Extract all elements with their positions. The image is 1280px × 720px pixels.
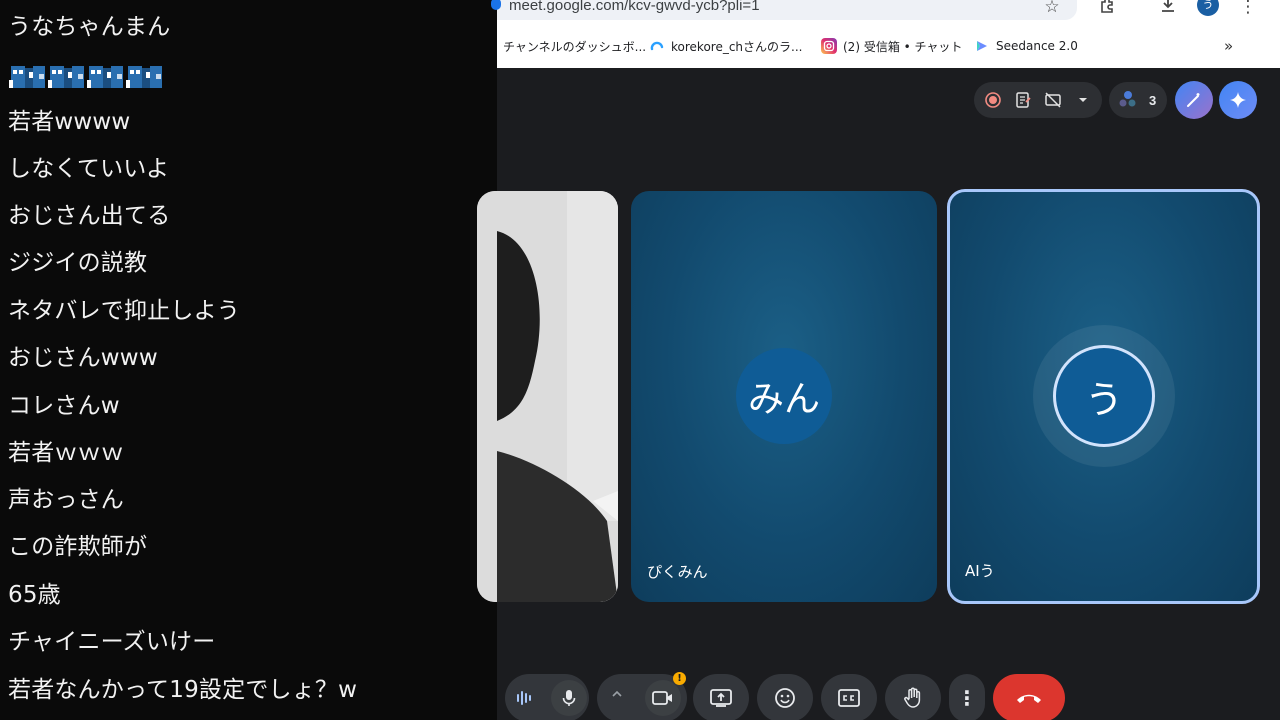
bookmark-label: Seedance 2.0 — [996, 39, 1078, 53]
chat-message: おじさん出てる — [8, 203, 171, 229]
effects-button[interactable] — [1175, 81, 1213, 119]
chat-message: 若者wwww — [8, 109, 131, 135]
mic-group — [505, 674, 589, 720]
meet-stage: 3 みん ぴくみん う AIう ! ⋮ — [477, 68, 1280, 720]
audio-level-icon[interactable] — [515, 688, 533, 713]
profile-avatar[interactable]: う — [1197, 0, 1219, 16]
reactions-button[interactable] — [757, 674, 813, 720]
chat-message: 若者なんかって19設定でしょ？w — [8, 677, 358, 703]
bookmark-label: korekore_chさんのラ... — [671, 39, 803, 54]
site-info-icon[interactable] — [491, 0, 501, 10]
gemini-button[interactable] — [1219, 81, 1257, 119]
blue-creature-emote-icon — [48, 62, 86, 92]
blue-creature-emote-icon — [126, 62, 164, 92]
chat-message: チャイニーズいけー — [8, 629, 216, 655]
participant-name: AIう — [965, 562, 995, 580]
present-button[interactable] — [693, 674, 749, 720]
blue-creature-emote-icon — [87, 62, 125, 92]
instagram-icon — [821, 38, 837, 54]
more-vert-icon[interactable]: ⋮ — [1237, 0, 1259, 18]
more-bookmarks-icon[interactable]: » — [1224, 32, 1233, 60]
participants-icon — [1117, 89, 1139, 111]
participant-name: ぴくみん — [647, 563, 708, 581]
address-bar[interactable]: meet.google.com/kcv-gwvd-ycb?pli=1 — [491, 0, 1077, 20]
bookmark-label: (2) 受信箱 • チャット — [843, 39, 963, 54]
bookmarks-bar: チャンネルのダッシュボ... korekore_chさんのラ... (2) 受信… — [497, 32, 1280, 60]
blue-creature-emote-icon — [9, 62, 47, 92]
raise-hand-button[interactable] — [885, 674, 941, 720]
notes-icon[interactable] — [1012, 89, 1034, 111]
participant-count: 3 — [1149, 92, 1157, 108]
participant-avatar: う — [1053, 345, 1155, 447]
present-screen-icon — [710, 689, 732, 707]
browser-chrome: meet.google.com/kcv-gwvd-ycb?pli=1 ☆ う ⋮… — [491, 0, 1280, 68]
live-chat-overlay: うなちゃんまん 若者wwww しなくていいよ おじさん出てる ジジイの説教 ネタ… — [0, 0, 497, 720]
warning-badge-icon: ! — [673, 672, 686, 685]
extensions-icon[interactable] — [1097, 0, 1119, 18]
chat-message: うなちゃんまん — [8, 14, 171, 40]
chat-message: 若者ｗｗｗ — [8, 440, 124, 466]
microphone-icon — [562, 690, 576, 706]
download-icon[interactable] — [1157, 0, 1179, 18]
more-options-button[interactable]: ⋮ — [949, 674, 985, 720]
camera-button[interactable] — [645, 680, 681, 716]
video-tile-camera[interactable] — [477, 191, 618, 602]
captions-off-icon[interactable] — [1042, 89, 1064, 111]
chat-message: おじさんwww — [8, 345, 158, 371]
screen: うなちゃんまん 若者wwww しなくていいよ おじさん出てる ジジイの説教 ネタ… — [0, 0, 1280, 720]
host-controls-pill — [974, 82, 1102, 118]
camera-group: ! — [597, 672, 687, 720]
gemini-sparkle-icon — [1230, 92, 1246, 108]
hand-icon — [904, 687, 921, 708]
chat-message: ネタバレで抑止しよう — [8, 298, 240, 324]
seedance-icon — [974, 38, 990, 54]
chevron-up-icon[interactable] — [611, 688, 623, 704]
emoji-icon — [775, 688, 795, 708]
chat-message: この詐欺師が — [8, 534, 148, 560]
url-text[interactable]: meet.google.com/kcv-gwvd-ycb?pli=1 — [509, 0, 760, 14]
bookmark-item[interactable]: korekore_chさんのラ... — [649, 32, 802, 60]
bookmark-item[interactable]: チャンネルのダッシュボ... — [503, 32, 646, 60]
more-vert-icon: ⋮ — [957, 686, 977, 710]
chevron-down-icon[interactable] — [1072, 89, 1094, 111]
participant-tile[interactable]: みん ぴくみん — [631, 191, 937, 602]
bookmark-label: チャンネルのダッシュボ... — [503, 39, 647, 54]
emote-row — [9, 62, 165, 92]
recording-icon[interactable] — [982, 89, 1004, 111]
chat-message: ジジイの説教 — [8, 250, 148, 276]
bookmark-star-icon[interactable]: ☆ — [1041, 0, 1063, 18]
participants-button[interactable]: 3 — [1109, 82, 1167, 118]
captions-button[interactable] — [821, 674, 877, 720]
chat-message: 65歳 — [8, 582, 61, 608]
microphone-button[interactable] — [551, 680, 587, 716]
bookmark-item[interactable]: Seedance 2.0 — [974, 32, 1078, 60]
chat-message: 声おっさん — [8, 487, 124, 513]
chat-message: コレさんw — [8, 393, 120, 419]
end-call-icon — [1017, 694, 1041, 703]
closed-captions-icon — [838, 689, 860, 707]
participant-tile-speaking[interactable]: う AIう — [947, 189, 1260, 604]
camera-feed — [477, 191, 618, 602]
bookmark-item[interactable]: (2) 受信箱 • チャット — [821, 32, 962, 60]
participant-avatar: みん — [736, 348, 832, 444]
cloud-icon — [649, 38, 665, 54]
magic-wand-icon — [1187, 93, 1200, 107]
chat-message: しなくていいよ — [8, 156, 170, 182]
leave-call-button[interactable] — [993, 674, 1065, 720]
video-camera-icon — [652, 691, 672, 705]
